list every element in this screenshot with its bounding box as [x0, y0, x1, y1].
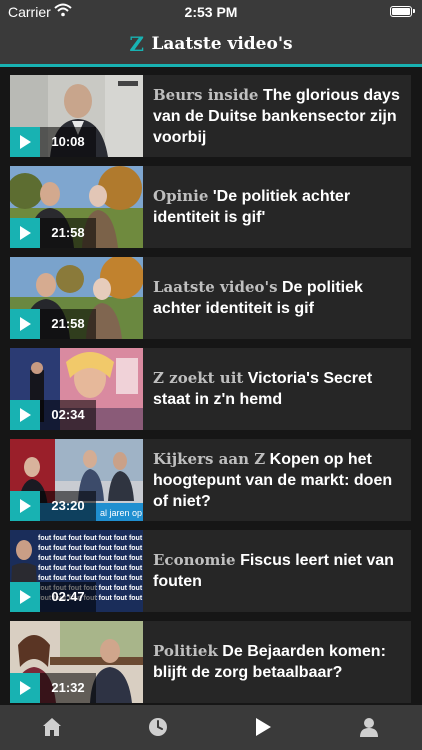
video-card[interactable]: 21:58 Opinie 'De politiek achter identit…	[10, 166, 411, 248]
video-card[interactable]: 21:58 Laatste video's De politiek achter…	[10, 257, 411, 339]
profile-icon	[360, 718, 378, 737]
video-category: Kijkers aan Z	[153, 449, 266, 468]
video-thumbnail[interactable]: 21:32	[10, 621, 143, 703]
clock-time: 2:53 PM	[184, 4, 238, 20]
video-card[interactable]: al jaren op rij 23:20 Kijkers aan Z Kope…	[10, 439, 411, 521]
z-logo: Z	[129, 32, 144, 56]
status-bar: Carrier 2:53 PM	[0, 0, 422, 24]
video-thumbnail[interactable]: 02:34	[10, 348, 143, 430]
play-button[interactable]	[10, 400, 40, 430]
battery-icon	[390, 6, 415, 17]
video-category: Politiek	[153, 642, 218, 660]
nav-bar: Z Laatste video's	[0, 24, 422, 67]
video-card[interactable]: 21:32 Politiek De Bejaarden komen: blijf…	[10, 621, 411, 703]
video-headline[interactable]: Z zoekt uit Victoria's Secret staat in z…	[153, 348, 403, 430]
play-button[interactable]	[10, 582, 40, 612]
brand: Z Laatste video's	[0, 32, 422, 56]
video-duration: 02:34	[40, 400, 96, 430]
video-duration: 21:58	[40, 309, 96, 339]
video-list: 10:08 Beurs inside The glorious days van…	[0, 67, 422, 705]
video-duration: 10:08	[40, 127, 96, 157]
video-category: Z zoekt uit	[153, 369, 244, 387]
video-thumbnail[interactable]: al jaren op rij 23:20	[10, 439, 143, 521]
tab-profile[interactable]	[339, 705, 399, 750]
video-card[interactable]: fout fout fout fout fout fout fout fout …	[10, 530, 411, 612]
tab-home[interactable]	[22, 705, 82, 750]
svg-text:fout fout fout fout fout fout: fout fout fout fout fout fout fout fout	[38, 575, 143, 582]
video-headline[interactable]: Politiek De Bejaarden komen: blijft de z…	[153, 621, 403, 703]
svg-text:fout fout fout fout fout fout: fout fout fout fout fout fout fout fout	[38, 555, 143, 562]
svg-text:al jaren op rij: al jaren op rij	[100, 508, 143, 518]
video-category: Opinie	[153, 187, 209, 205]
video-card[interactable]: 10:08 Beurs inside The glorious days van…	[10, 75, 411, 157]
video-thumbnail[interactable]: 10:08	[10, 75, 143, 157]
video-headline[interactable]: Laatste video's De politiek achter ident…	[153, 257, 403, 339]
video-headline[interactable]: Economie Fiscus leert niet van fouten	[153, 530, 403, 612]
play-button[interactable]	[10, 218, 40, 248]
play-button[interactable]	[10, 673, 40, 703]
svg-text:fout fout fout fout fout fout: fout fout fout fout fout fout fout fout	[38, 545, 143, 552]
video-category: Laatste video's	[153, 278, 278, 296]
video-duration: 02:47	[40, 582, 96, 612]
play-button[interactable]	[10, 491, 40, 521]
video-headline[interactable]: Kijkers aan Z Kopen op het hoogtepunt va…	[153, 439, 403, 521]
video-headline[interactable]: Beurs inside The glorious days van de Du…	[153, 75, 403, 157]
tab-recent[interactable]	[128, 705, 188, 750]
page-title: Laatste video's	[151, 34, 293, 54]
tab-videos[interactable]	[233, 705, 293, 750]
svg-text:fout fout fout fout fout fout: fout fout fout fout fout fout fout fout	[38, 565, 143, 572]
video-card[interactable]: 02:34 Z zoekt uit Victoria's Secret staa…	[10, 348, 411, 430]
tab-bar	[0, 705, 422, 750]
video-duration: 21:58	[40, 218, 96, 248]
play-button[interactable]	[10, 309, 40, 339]
video-category: Beurs inside	[153, 85, 259, 104]
clock-icon	[149, 718, 167, 736]
video-thumbnail[interactable]: 21:58	[10, 257, 143, 339]
home-icon	[43, 718, 61, 736]
video-duration: 21:32	[40, 673, 96, 703]
video-duration: 23:20	[40, 491, 96, 521]
video-category: Economie	[153, 551, 236, 569]
play-button[interactable]	[10, 127, 40, 157]
video-headline[interactable]: Opinie 'De politiek achter identiteit is…	[153, 166, 403, 248]
svg-text:fout fout fout fout fout fout: fout fout fout fout fout fout fout fout	[38, 535, 143, 542]
video-thumbnail[interactable]: 21:58	[10, 166, 143, 248]
play-icon	[256, 718, 271, 736]
video-thumbnail[interactable]: fout fout fout fout fout fout fout fout …	[10, 530, 143, 612]
